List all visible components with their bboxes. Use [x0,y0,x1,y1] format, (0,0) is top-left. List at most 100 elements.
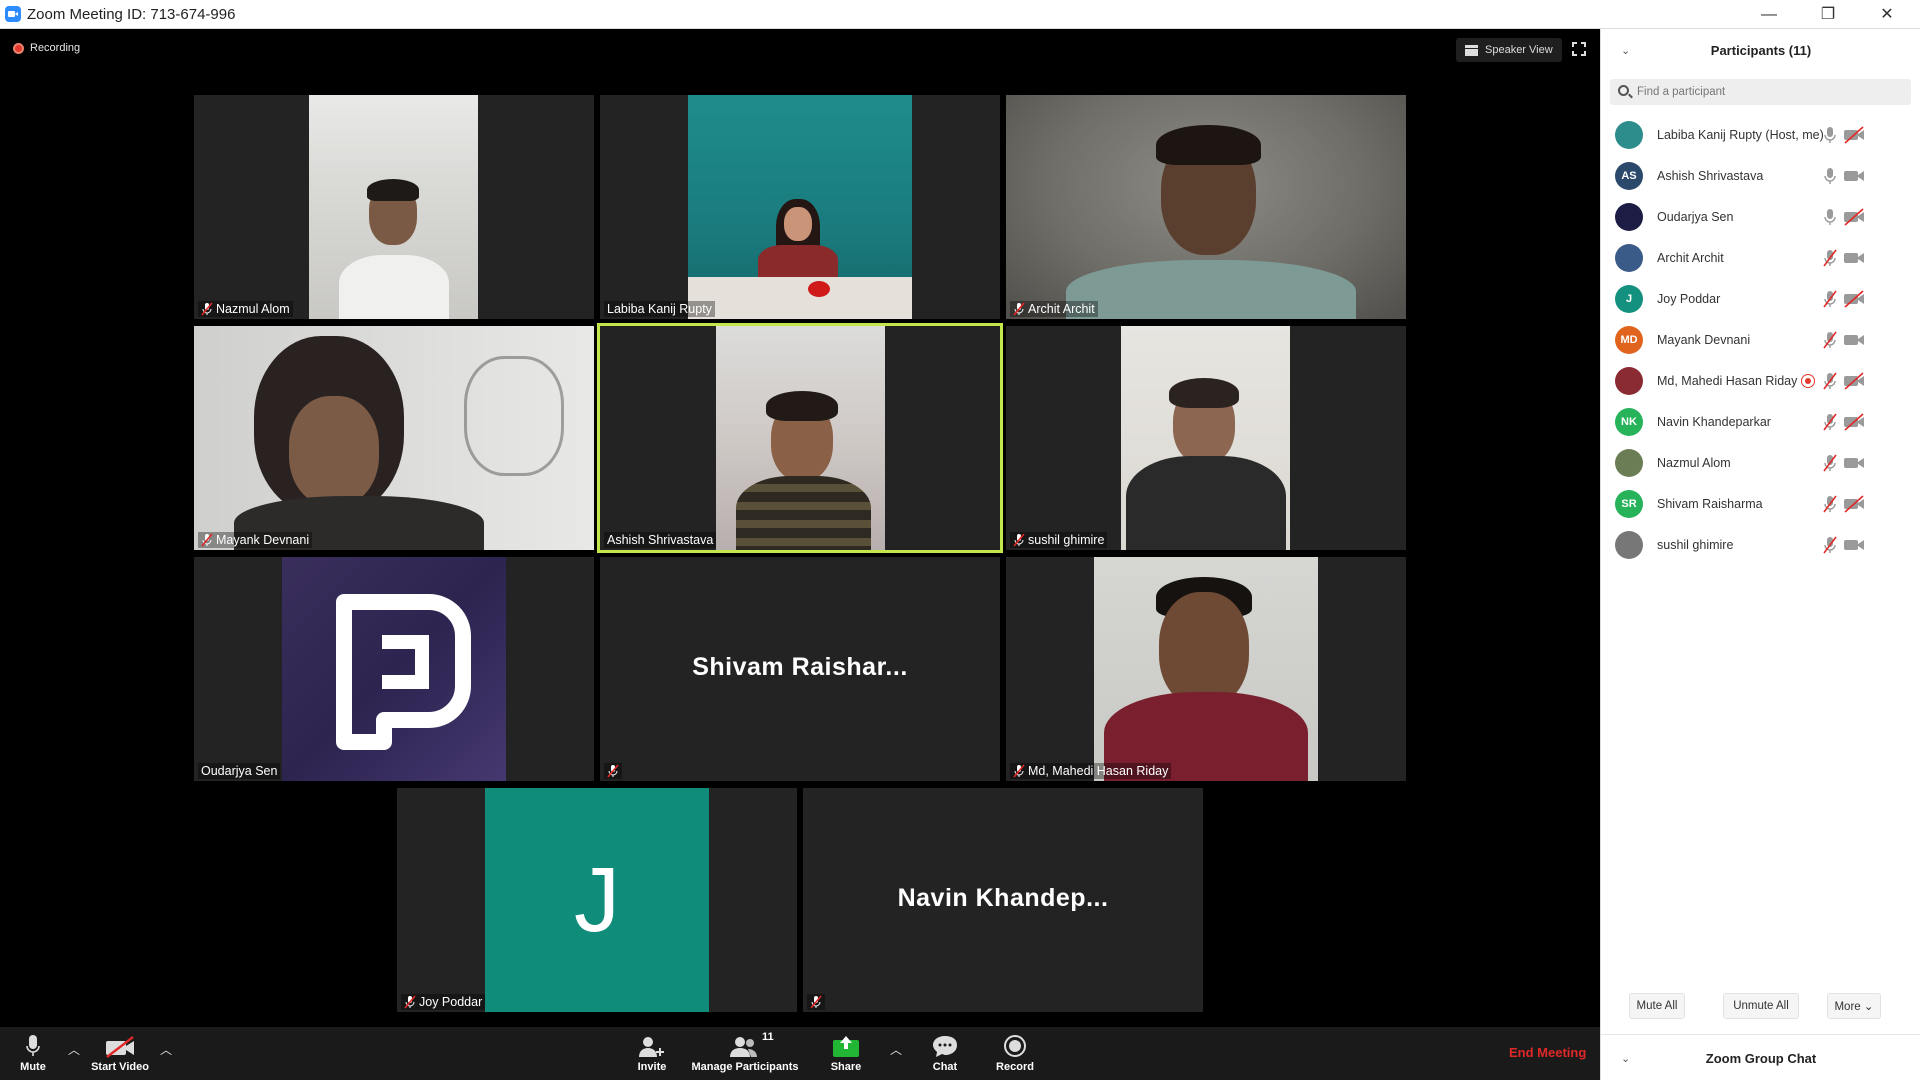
participant-name: Nazmul Alom [1657,455,1731,470]
camera-off-icon [1843,289,1865,308]
participant-list: Labiba Kanij Rupty (Host, me) AS Ashish Sh… [1601,114,1920,565]
mic-muted-icon[interactable] [1823,331,1837,349]
unmute-all-button[interactable]: Unmute All [1723,993,1799,1019]
video-tile[interactable]: Labiba Kanij Rupty [600,95,1000,319]
minimize-button[interactable]: — [1740,0,1798,29]
mic-muted-icon[interactable] [1823,454,1837,472]
video-off-icon [106,1036,134,1058]
video-tile[interactable]: Oudarjya Sen [194,557,594,781]
camera-off-icon [1843,371,1865,390]
invite-person-icon [639,1037,664,1057]
tile-name: Labiba Kanij Rupty [607,302,712,316]
speaker-view-icon [1465,44,1478,56]
audio-options-caret-icon[interactable]: ︿ [68,1041,80,1058]
record-icon [1004,1035,1026,1057]
tile-name: Oudarjya Sen [201,764,278,778]
participant-search-input[interactable] [1637,82,1907,102]
video-tile[interactable]: Mayank Devnani [194,326,594,550]
mic-on-icon[interactable] [1823,208,1837,226]
record-button[interactable]: Record [993,1027,1037,1080]
participant-row[interactable]: J Joy Poddar [1601,278,1920,319]
participant-count-badge: 11 [762,1031,774,1043]
participant-name: Ashish Shrivastava [1657,168,1764,183]
restore-button[interactable]: ❐ [1799,0,1857,29]
video-tile[interactable]: Md, Mahedi Hasan Riday [1006,557,1406,781]
mic-muted-icon[interactable] [1823,372,1837,390]
speaker-view-button[interactable]: Speaker View [1456,38,1562,62]
participant-name: Shivam Raisharma [1657,496,1763,511]
participant-avatar [1615,202,1643,231]
tile-name-label: Labiba Kanij Rupty [604,301,715,317]
tile-display-name: Navin Khandep... [897,884,1109,912]
participant-row[interactable]: Nazmul Alom [1601,442,1920,483]
start-video-button[interactable]: Start Video [88,1027,152,1080]
group-chat-header[interactable]: ⌄ Zoom Group Chat [1601,1034,1920,1080]
tile-name-label: Joy Poddar [401,994,486,1010]
mute-all-button[interactable]: Mute All [1629,993,1685,1019]
invite-button[interactable]: Invite [632,1027,672,1080]
video-tile[interactable]: Archit Archit [1006,95,1406,319]
share-label: Share [830,1061,862,1073]
muted-mic-icon [810,995,822,1009]
participant-avatar [1615,448,1643,477]
fullscreen-icon[interactable] [1572,42,1586,56]
participant-avatar [1615,120,1643,149]
video-tile[interactable]: J Joy Poddar [397,788,797,1012]
participant-search [1610,79,1911,105]
start-video-label: Start Video [91,1061,149,1073]
mic-muted-icon[interactable] [1823,495,1837,513]
participant-row[interactable]: sushil ghimire [1601,524,1920,565]
camera-off-icon [1843,412,1865,431]
video-tile[interactable]: Navin Khandep... [803,788,1203,1012]
close-button[interactable]: ✕ [1858,0,1916,29]
muted-mic-icon [404,995,416,1009]
participant-name: Oudarjya Sen [1657,209,1734,224]
tile-name: Joy Poddar [419,995,483,1009]
mic-muted-icon[interactable] [1823,536,1837,554]
video-tile-active-speaker[interactable]: Ashish Shrivastava [597,323,1003,553]
video-tile[interactable]: sushil ghimire [1006,326,1406,550]
record-label: Record [996,1061,1034,1073]
tile-name-label: Md, Mahedi Hasan Riday [1010,763,1172,779]
mic-muted-icon[interactable] [1823,249,1837,267]
mic-on-icon[interactable] [1823,126,1837,144]
avatar-initials: NK [1621,415,1637,428]
camera-on-icon [1843,249,1865,267]
participant-row[interactable]: MD Mayank Devnani [1601,319,1920,360]
mute-button[interactable]: Mute [14,1027,52,1080]
video-tile[interactable]: Shivam Raishar... [600,557,1000,781]
mic-on-icon[interactable] [1823,167,1837,185]
participant-row[interactable]: Archit Archit [1601,237,1920,278]
participant-row[interactable]: SR Shivam Raisharma [1601,483,1920,524]
video-gallery: Recording Speaker View Nazmul Alom Labib [0,29,1600,1027]
share-button[interactable]: Share [826,1027,866,1080]
recording-status-icon [1801,373,1815,388]
participant-row[interactable]: Md, Mahedi Hasan Riday [1601,360,1920,401]
mic-muted-icon[interactable] [1823,413,1837,431]
camera-off-icon [1843,494,1865,513]
participant-name: sushil ghimire [1657,537,1734,552]
avatar-initials: J [1625,292,1633,305]
participant-row[interactable]: NK Navin Khandeparkar [1601,401,1920,442]
participant-avatar [1615,366,1643,395]
end-meeting-button[interactable]: End Meeting [1509,1045,1586,1060]
recording-indicator[interactable]: Recording [13,42,80,54]
speaker-view-label: Speaker View [1485,44,1553,56]
mic-muted-icon[interactable] [1823,290,1837,308]
participant-row[interactable]: Oudarjya Sen [1601,196,1920,237]
more-options-button[interactable]: More ⌄ [1827,993,1881,1019]
participant-row[interactable]: AS Ashish Shrivastava [1601,155,1920,196]
recording-dot-icon [13,42,24,54]
video-tile[interactable]: Nazmul Alom [194,95,594,319]
chat-button[interactable]: Chat [925,1027,965,1080]
participant-name: Joy Poddar [1657,291,1721,306]
tile-name: Archit Archit [1028,302,1095,316]
participant-row[interactable]: Labiba Kanij Rupty (Host, me) [1601,114,1920,155]
tile-name-label: Archit Archit [1010,301,1098,317]
tile-name-label: Mayank Devnani [198,532,313,548]
manage-participants-button[interactable]: Manage Participants [690,1027,800,1080]
video-options-caret-icon[interactable]: ︿ [160,1041,172,1058]
tile-name: sushil ghimire [1028,533,1105,547]
chat-bubble-icon [933,1036,957,1057]
share-options-caret-icon[interactable]: ︿ [890,1041,902,1058]
